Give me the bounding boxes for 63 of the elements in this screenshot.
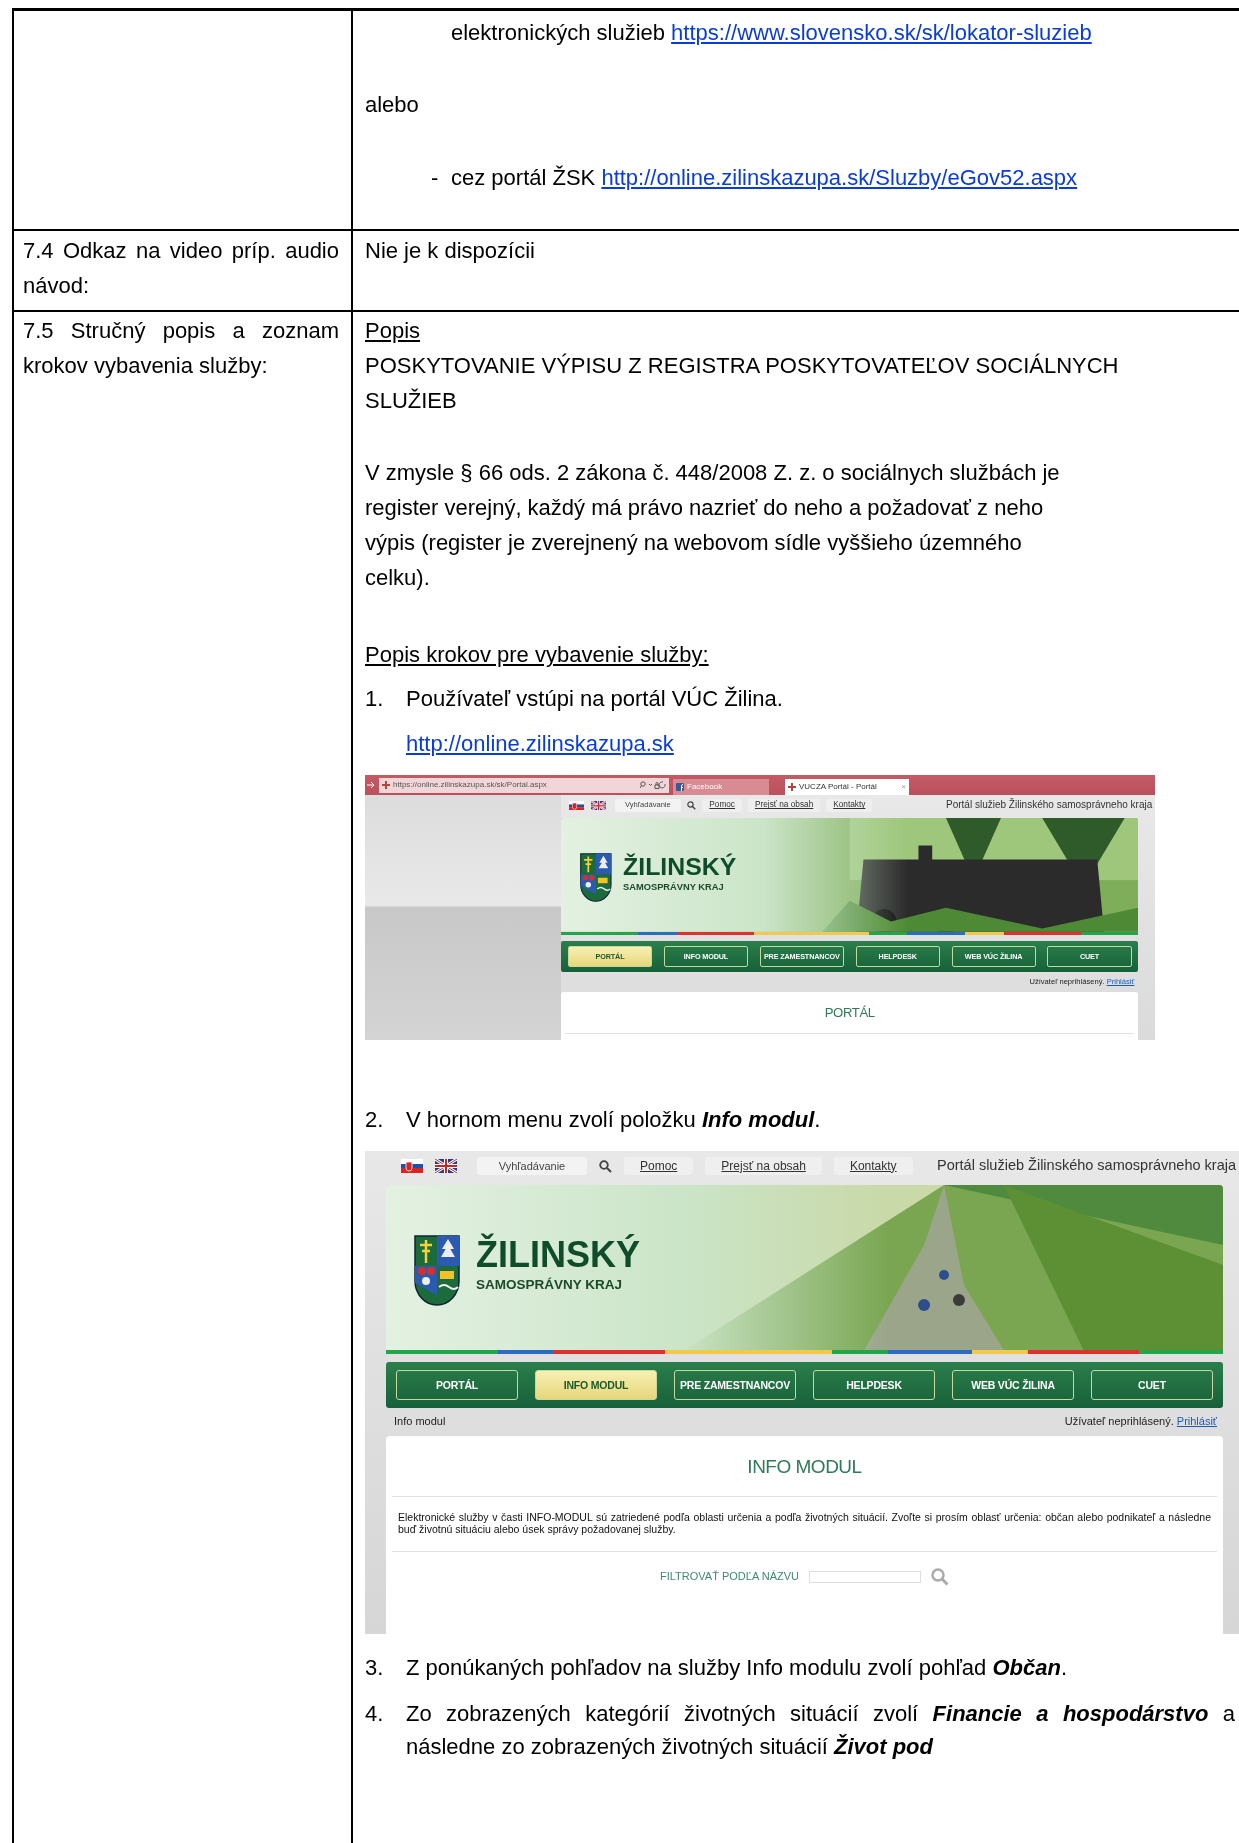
row-label: 7.5 Stručný popis a zoznam krokov vybavenia služby:	[23, 317, 339, 380]
row-label: 7.4 Odkaz na video príp. audio návod:	[23, 237, 339, 300]
step-text: Z ponúkaných pohľadov na služby Info modulu zvolí pohľad Občan.	[406, 1654, 1068, 1682]
login-status: Užívateľ neprihlásený. Prihlásiť	[1064, 1415, 1217, 1429]
brand-subtitle: SAMOSPRÁVNY KRAJ	[476, 1277, 624, 1294]
search-field[interactable]: Vyhľadávanie	[614, 799, 681, 812]
nav-button[interactable]: PRE ZAMESTNANCOV	[674, 1370, 796, 1400]
link[interactable]: http://online.zilinskazupa.sk/Sluzby/eGov52.aspx	[601, 165, 1078, 190]
bullet-dash: -	[430, 164, 440, 192]
nav-button[interactable]: INFO MODUL	[535, 1370, 657, 1400]
nav-button[interactable]: CUET	[1091, 1370, 1213, 1400]
coat-of-arms-icon	[414, 1235, 460, 1307]
step-number: 4.	[365, 1700, 385, 1728]
filter-label: FILTROVAŤ PODĽA NÁZVU	[660, 1570, 799, 1584]
browser-tab[interactable]: VUCZA Portál - Portál ×	[785, 779, 909, 795]
portal-tagline: Portál služieb Žilinského samosprávneho kraja	[946, 799, 1154, 812]
filter-field[interactable]	[808, 1570, 921, 1583]
nav-button[interactable]: PORTÁL	[396, 1370, 518, 1400]
paragraph: V zmysle § 66 ods. 2 zákona č. 448/2008 Z. z. o sociálnych službách je register verejný, každý má právo nazrieť do neho a požadovať z neho výpis (register je zverejnený na webovom sídle vyššieho územného celku).	[365, 459, 1061, 592]
description-text: Elektronické služby v časti INFO-MODUL sú zatriedené podľa oblasti určenia a podľa životných situácií. Zvoľte si prosím oblasť určenia: občan alebo podnikateľ a následne buď životnú situáciu alebo úsek správy požadovanej služby.	[392, 1496, 1217, 1552]
nav-button[interactable]: WEB VÚC ŽILINA	[952, 1370, 1074, 1400]
search-icon[interactable]	[599, 1159, 612, 1173]
login-status: Užívateľ neprihlásený. Prihlásiť	[1029, 977, 1135, 987]
section-heading: Popis krokov pre vybavenie služby:	[365, 641, 710, 669]
brand-title: ŽILINSKÝ	[623, 852, 737, 881]
flag-icon[interactable]	[590, 800, 606, 811]
toolbar-icons-drawing[interactable]	[640, 781, 666, 789]
section-heading: Popis	[365, 317, 422, 345]
coat-of-arms-icon	[580, 852, 613, 903]
social-icon	[676, 783, 684, 791]
brand-subtitle: SAMOSPRÁVNY KRAJ	[623, 881, 725, 894]
arrow-icon[interactable]	[367, 781, 375, 789]
row-value: Nie je k dispozícii	[365, 237, 536, 265]
top-link[interactable]: Pomoc	[624, 1156, 694, 1176]
step-number: 3.	[365, 1654, 385, 1682]
step-number: 2.	[365, 1106, 385, 1134]
panel-title: INFO MODUL	[392, 1436, 1217, 1497]
link[interactable]: http://online.zilinskazupa.sk	[406, 726, 674, 761]
step-text: Zo zobrazených kategórií životných situácií zvolí Financie a hospodárstvo a následne zo zobrazených životných situácií Život pod	[406, 1700, 1235, 1761]
section-title: POSKYTOVANIE VÝPISU Z REGISTRA POSKYTOVATEĽOV SOCIÁLNYCH SLUŽIEB	[365, 352, 1120, 415]
step-text: Používateľ vstúpi na portál VÚC Žilina.	[406, 685, 783, 713]
step-text: V hornom menu zvolí položku Info modul.	[406, 1106, 821, 1134]
flag-icon[interactable]	[435, 1159, 457, 1173]
breadcrumb: Info modul	[394, 1415, 446, 1429]
paragraph: elektronických služieb https://www.slovensko.sk/sk/lokator-sluzieb	[451, 19, 1093, 47]
flag-icon[interactable]	[401, 1159, 423, 1173]
portal-tagline: Portál služieb Žilinského samosprávneho kraja	[937, 1157, 1237, 1175]
flag-icon[interactable]	[569, 800, 585, 811]
login-link[interactable]: Prihlásiť	[1176, 1415, 1217, 1428]
address-field[interactable]: https://online.zilinskazupa.sk/sk/Portal.aspx	[379, 777, 669, 793]
login-link[interactable]: Prihlásiť	[1106, 977, 1135, 987]
panel-title: PORTÁL	[565, 991, 1135, 1034]
nav-button[interactable]: HELPDESK	[813, 1370, 935, 1400]
top-link[interactable]: Kontakty	[833, 1156, 913, 1176]
list-item: cez portál ŽSK http://online.zilinskazupa.sk/Sluzby/eGov52.aspx	[451, 164, 1078, 192]
step-number: 1.	[365, 685, 385, 713]
brand-title: ŽILINSKÝ	[476, 1235, 640, 1275]
cross-icon	[382, 781, 390, 789]
cross-icon	[788, 783, 796, 791]
paragraph: alebo	[365, 91, 420, 119]
top-link[interactable]: Prejsť na obsah	[705, 1156, 822, 1176]
search-field[interactable]: Vyhľadávanie	[477, 1157, 587, 1175]
link[interactable]: https://www.slovensko.sk/sk/lokator-sluzieb	[671, 20, 1092, 45]
